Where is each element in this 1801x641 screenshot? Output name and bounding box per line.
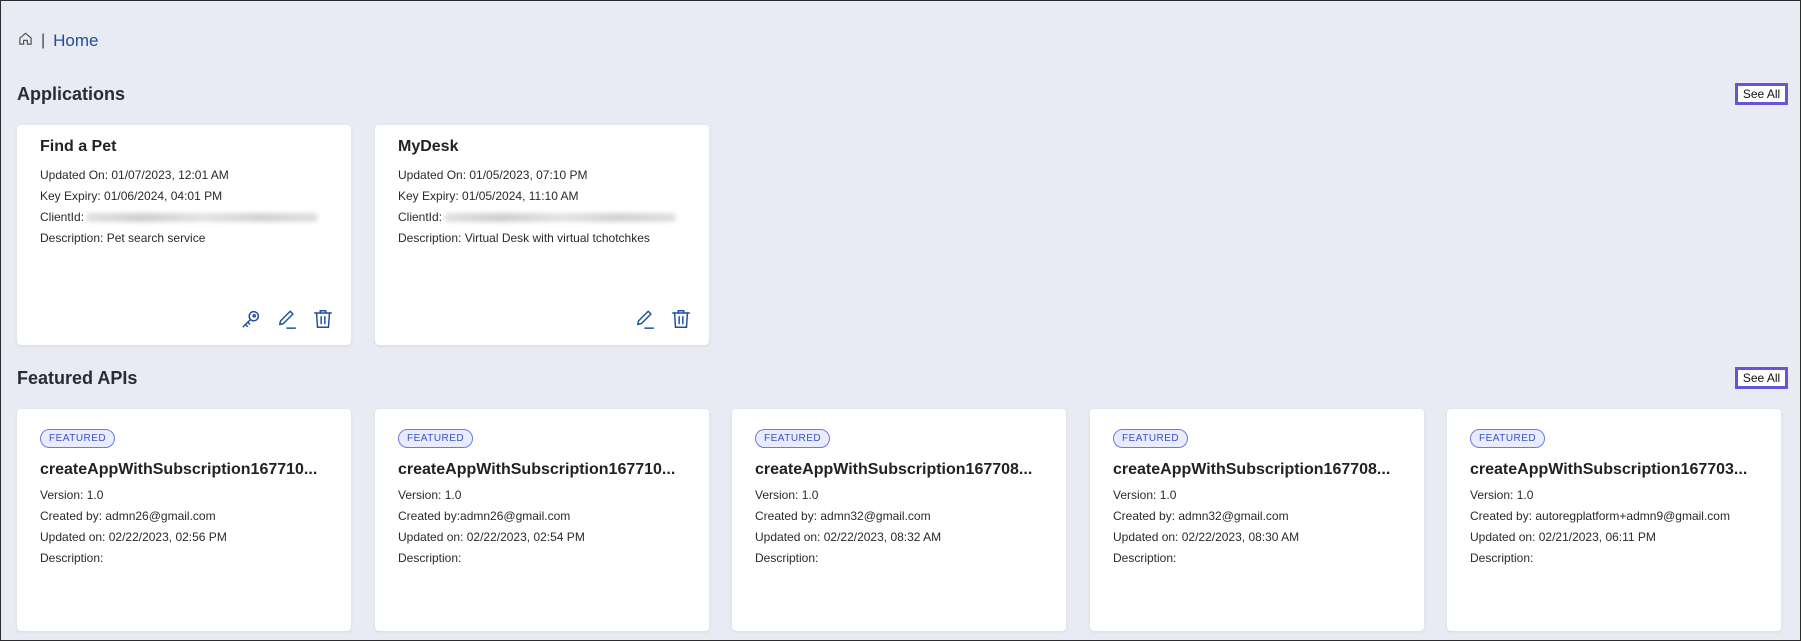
api-created-by: Created by:admn26@gmail.com [398,509,571,523]
api-version: Version: 1.0 [1113,488,1177,502]
featured-badge: FEATURED [1113,429,1189,448]
application-actions [239,307,335,331]
featured-badge: FEATURED [755,429,831,448]
api-card[interactable]: FEATURED createAppWithSubscription167710… [17,409,351,631]
application-name: Find a Pet [40,138,117,155]
api-created-by: Created by: admn32@gmail.com [1113,509,1289,523]
application-client-id: ClientId: [398,207,686,228]
trash-icon[interactable] [669,307,693,331]
application-actions [633,307,693,331]
api-description: Description: [755,551,819,565]
application-updated-on: Updated On: 01/07/2023, 12:01 AM [40,168,229,182]
api-name: createAppWithSubscription167703... [1470,461,1748,478]
api-updated-on: Updated on: 02/22/2023, 02:56 PM [40,530,227,544]
application-key-expiry: Key Expiry: 01/05/2024, 11:10 AM [398,189,579,203]
applications-title: Applications [17,84,126,104]
application-description: Description: Pet search service [40,231,206,245]
api-description: Description: [40,551,104,565]
application-key-expiry: Key Expiry: 01/06/2024, 04:01 PM [40,189,223,203]
api-updated-on: Updated on: 02/22/2023, 08:30 AM [1113,530,1300,544]
application-updated-on: Updated On: 01/05/2023, 07:10 PM [398,168,588,182]
featured-apis-see-all-button[interactable]: See All [1735,367,1788,389]
client-id-label: ClientId: [40,210,85,224]
api-version: Version: 1.0 [40,488,104,502]
application-card[interactable]: Find a Pet Updated On: 01/07/2023, 12:01… [17,125,351,345]
api-name: createAppWithSubscription167710... [40,461,318,478]
api-card[interactable]: FEATURED createAppWithSubscription167710… [375,409,709,631]
client-id-redacted [86,213,319,223]
api-card[interactable]: FEATURED createAppWithSubscription167708… [1090,409,1424,631]
applications-see-all-button[interactable]: See All [1735,83,1788,105]
api-created-by: Created by: admn26@gmail.com [40,509,216,523]
key-icon[interactable] [239,307,263,331]
featured-apis-title: Featured APIs [17,368,138,388]
api-updated-on: Updated on: 02/22/2023, 02:54 PM [398,530,585,544]
breadcrumb-home[interactable]: Home [53,31,98,51]
api-name: createAppWithSubscription167708... [1113,461,1391,478]
api-description: Description: [1113,551,1177,565]
featured-badge: FEATURED [398,429,474,448]
home-icon[interactable] [18,31,33,51]
api-version: Version: 1.0 [755,488,819,502]
api-card[interactable]: FEATURED createAppWithSubscription167703… [1447,409,1781,631]
edit-icon[interactable] [275,307,299,331]
breadcrumb-separator: | [41,32,46,49]
featured-badge: FEATURED [40,429,116,448]
breadcrumb: | Home [18,31,99,51]
edit-icon[interactable] [633,307,657,331]
client-id-redacted [444,213,677,223]
api-updated-on: Updated on: 02/21/2023, 06:11 PM [1470,530,1656,544]
api-created-by: Created by: autoregplatform+admn9@gmail.… [1470,509,1730,523]
api-name: createAppWithSubscription167708... [755,461,1033,478]
application-name: MyDesk [398,138,459,155]
client-id-label: ClientId: [398,210,443,224]
featured-badge: FEATURED [1470,429,1546,448]
api-name: createAppWithSubscription167710... [398,461,676,478]
api-created-by: Created by: admn32@gmail.com [755,509,931,523]
api-updated-on: Updated on: 02/22/2023, 08:32 AM [755,530,942,544]
api-description: Description: [1470,551,1534,565]
trash-icon[interactable] [311,307,335,331]
application-card[interactable]: MyDesk Updated On: 01/05/2023, 07:10 PM … [375,125,709,345]
application-description: Description: Virtual Desk with virtual t… [398,231,650,245]
application-client-id: ClientId: [40,207,328,228]
api-version: Version: 1.0 [398,488,462,502]
api-description: Description: [398,551,462,565]
api-card[interactable]: FEATURED createAppWithSubscription167708… [732,409,1066,631]
api-version: Version: 1.0 [1470,488,1534,502]
